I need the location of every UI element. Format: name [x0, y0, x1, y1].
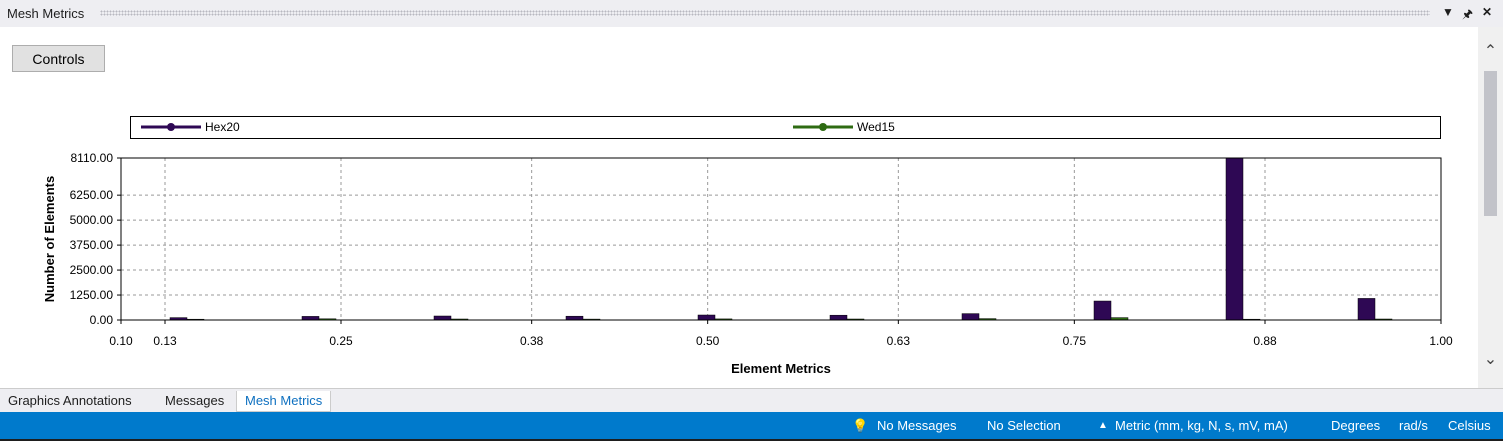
scroll-down-icon[interactable]: ⌄	[1478, 349, 1503, 369]
tab-graphics-annotations[interactable]: Graphics Annotations	[0, 391, 140, 412]
bar-hex20	[961, 313, 980, 321]
scroll-up-icon[interactable]: ⌃	[1478, 41, 1503, 61]
y-tick-label: 6250.00	[70, 188, 114, 202]
status-temperature-units[interactable]: Celsius	[1448, 418, 1491, 433]
x-tick-label: 0.10	[109, 334, 133, 348]
bar-hex20	[1357, 298, 1376, 321]
bottom-tab-strip: Graphics Annotations Messages Mesh Metri…	[0, 388, 1503, 412]
panel-title-bar: Mesh Metrics ▼ 🖈 ✕	[0, 0, 1503, 27]
tab-messages[interactable]: Messages	[157, 391, 232, 412]
status-angle-units[interactable]: Degrees	[1331, 418, 1380, 433]
x-tick-label: 0.88	[1253, 334, 1277, 348]
pin-icon[interactable]: 🖈	[1462, 5, 1473, 26]
x-tick-label: 0.50	[696, 334, 720, 348]
bar-hex20	[565, 315, 584, 321]
y-tick-label: 5000.00	[70, 213, 114, 227]
bar-hex20	[697, 314, 716, 321]
caret-up-icon[interactable]: ▲	[1098, 420, 1108, 431]
vertical-scrollbar[interactable]: ⌃ ⌄	[1478, 27, 1503, 388]
y-tick-label: 2500.00	[70, 263, 114, 277]
bar-hex20	[301, 316, 320, 321]
y-tick-label: 0.00	[90, 313, 114, 327]
y-tick-label: 3750.00	[70, 238, 114, 252]
x-tick-label: 0.38	[520, 334, 544, 348]
x-tick-label: 1.00	[1429, 334, 1453, 348]
y-axis-title: Number of Elements	[42, 176, 57, 302]
title-bar-grip[interactable]	[100, 10, 1430, 16]
status-selection[interactable]: No Selection	[987, 418, 1061, 433]
x-axis-title: Element Metrics	[731, 361, 831, 376]
panel-title: Mesh Metrics	[7, 6, 85, 21]
status-angular-velocity-units[interactable]: rad/s	[1399, 418, 1428, 433]
x-tick-label: 0.25	[329, 334, 353, 348]
x-tick-label: 0.75	[1063, 334, 1087, 348]
scroll-thumb[interactable]	[1484, 71, 1497, 216]
status-units[interactable]: Metric (mm, kg, N, s, mV, mA)	[1115, 418, 1288, 433]
status-messages[interactable]: No Messages	[877, 418, 956, 433]
bar-hex20	[829, 314, 848, 321]
bar-hex20	[433, 315, 452, 321]
close-icon[interactable]: ✕	[1482, 5, 1492, 19]
status-bar: 💡 No Messages No Selection ▲ Metric (mm,…	[0, 412, 1503, 439]
y-tick-label: 8110.00	[71, 151, 114, 165]
y-tick-label: 1250.00	[70, 288, 114, 302]
tab-mesh-metrics[interactable]: Mesh Metrics	[236, 391, 332, 412]
x-tick-label: 0.13	[153, 334, 177, 348]
bar-hex20	[1093, 300, 1112, 321]
bar-hex20	[1225, 157, 1244, 321]
chart-area: 0.00 1250.00 2500.00 3750.00 5000.00 6250.00 8…	[42, 151, 1453, 376]
x-tick-label: 0.63	[887, 334, 911, 348]
lightbulb-icon: 💡	[852, 418, 869, 433]
chevron-down-icon[interactable]: ▼	[1442, 5, 1454, 19]
